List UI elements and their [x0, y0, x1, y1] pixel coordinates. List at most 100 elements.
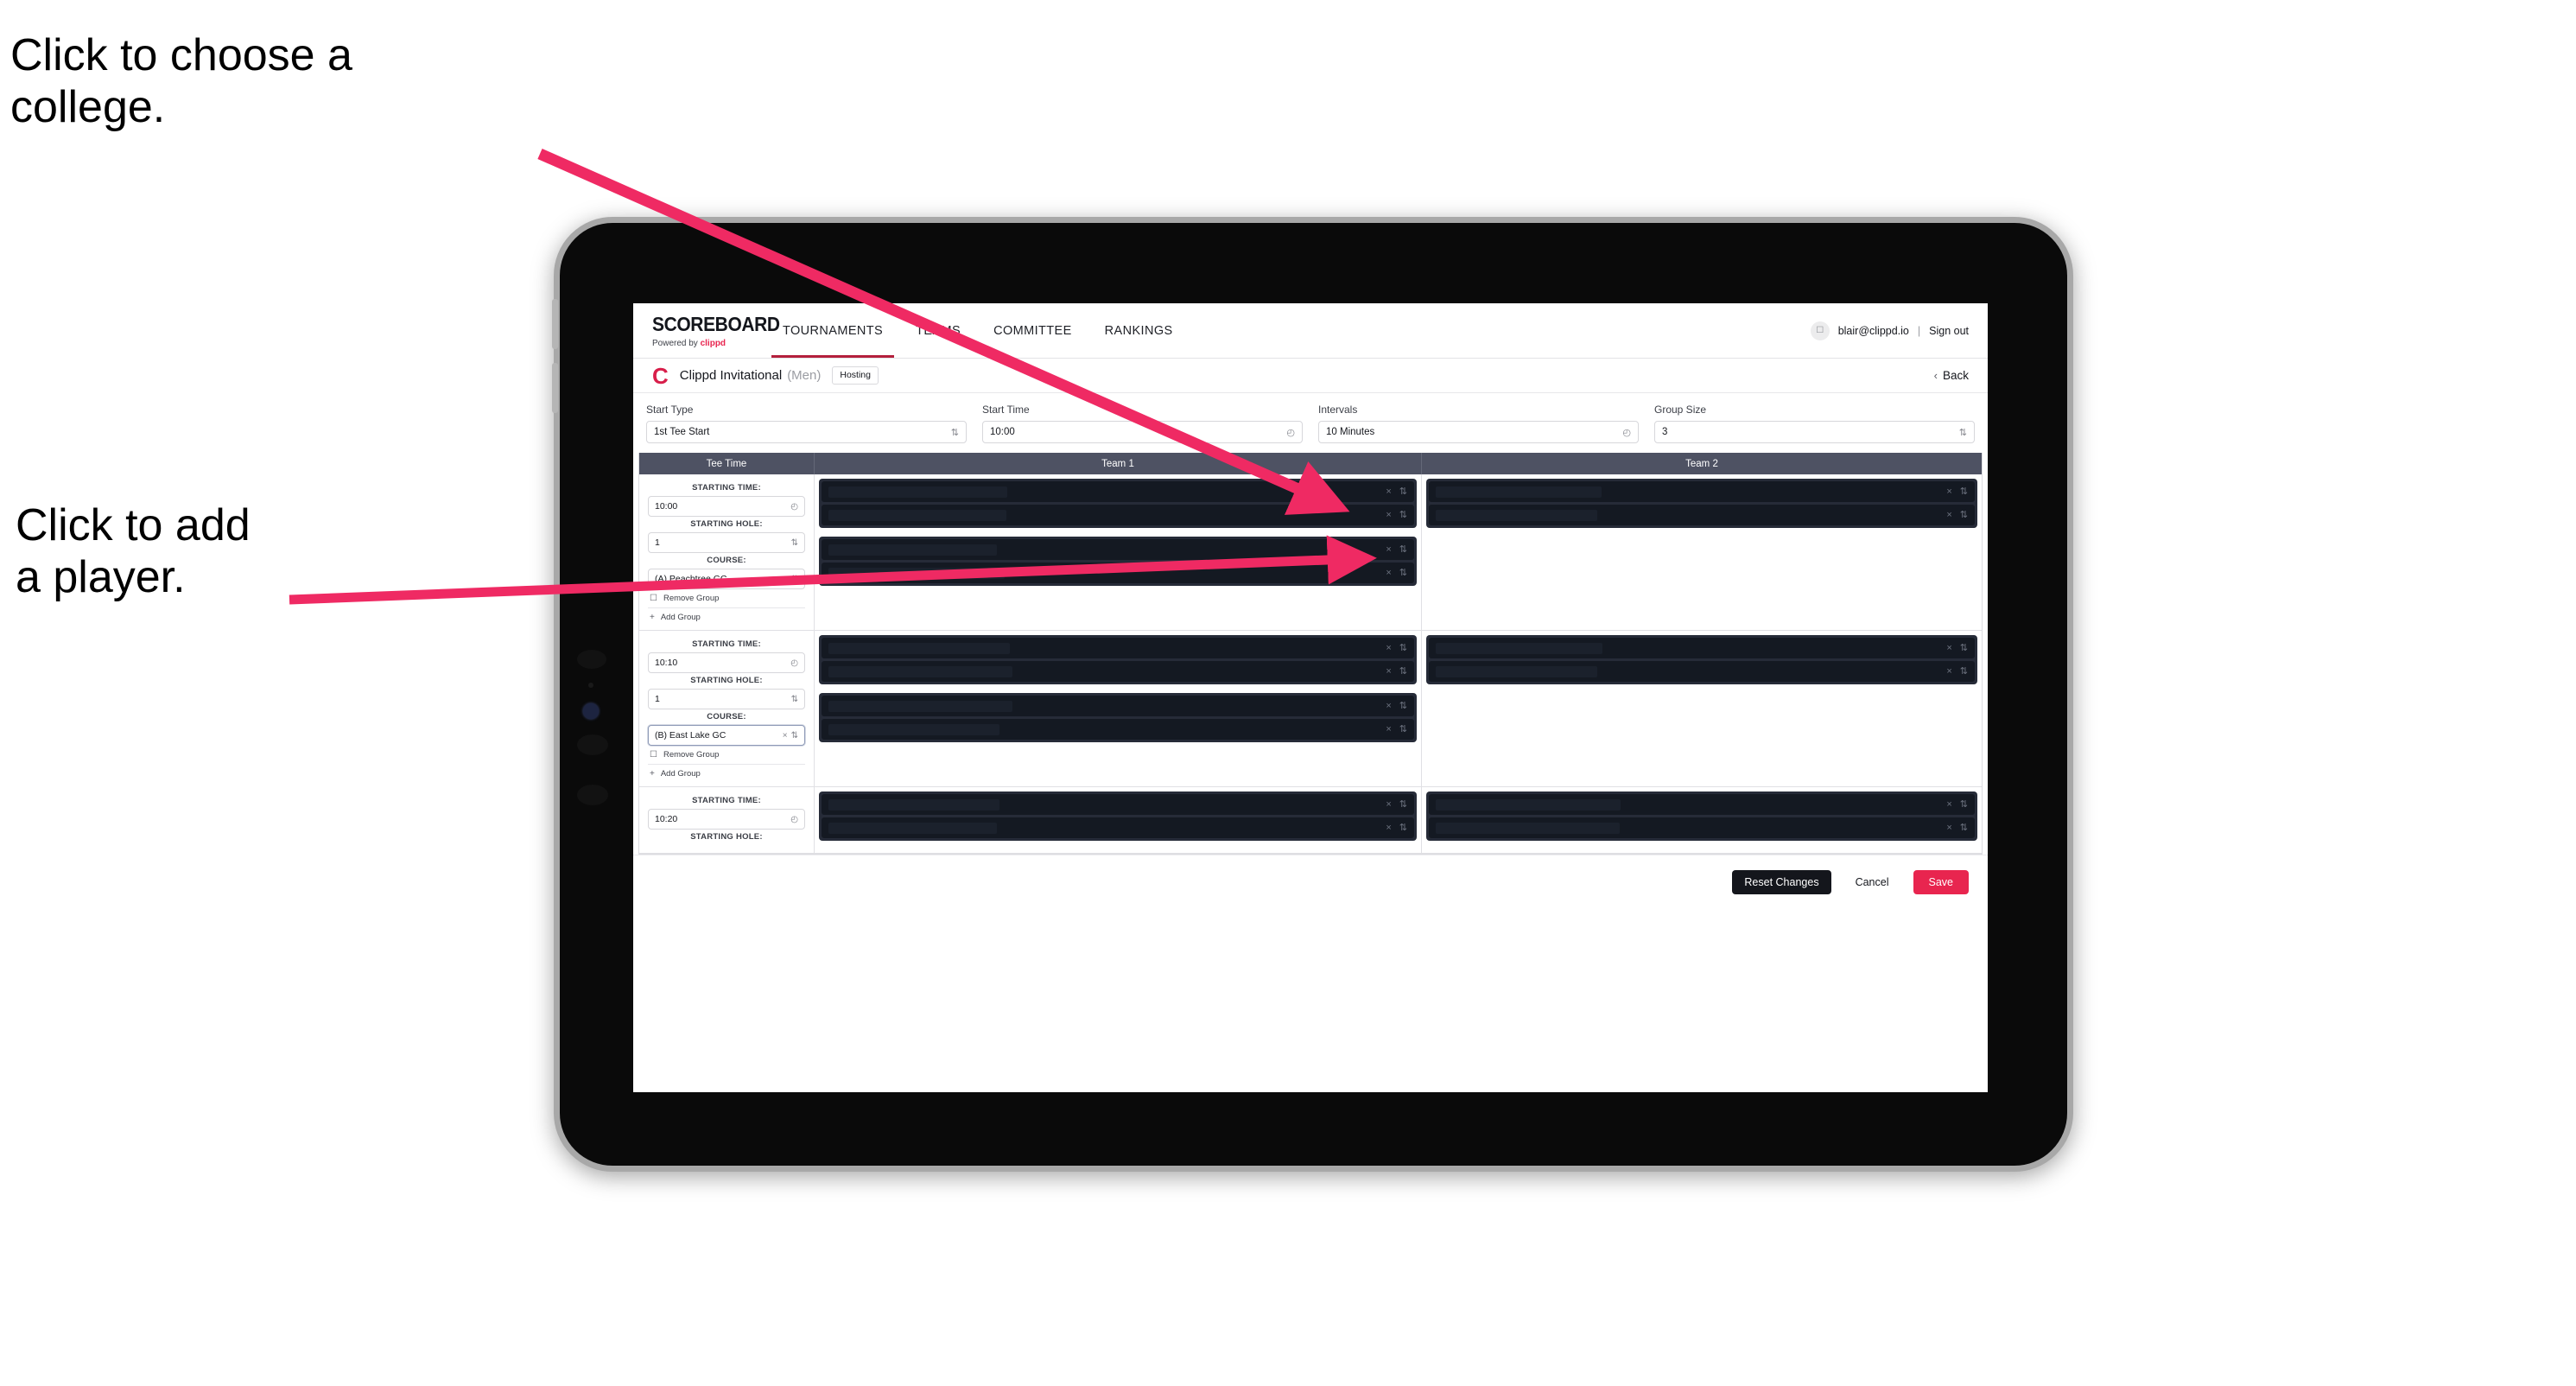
stepper-icon[interactable]: ⇅ [1399, 725, 1407, 734]
control-select[interactable]: 10:00 ◴ [982, 421, 1303, 443]
clear-x-icon[interactable]: × [1386, 487, 1391, 497]
nav-tab-committee[interactable]: COMMITTEE [977, 303, 1088, 358]
player-select[interactable]: × ⇅ [822, 638, 1414, 658]
stepper-icon[interactable]: ⇅ [1399, 823, 1407, 833]
stepper-icon[interactable]: ⇅ [1399, 545, 1407, 555]
stepper-icon[interactable]: ⇅ [1960, 487, 1968, 497]
starting-time-input[interactable]: 10:20 ◴ [648, 809, 805, 830]
player-select[interactable]: × ⇅ [822, 505, 1414, 525]
volume-up-button[interactable] [552, 299, 558, 349]
starting-hole-input[interactable]: 1 ⇅ [648, 532, 805, 553]
volume-down-button[interactable] [552, 363, 558, 413]
player-select[interactable]: × ⇅ [1429, 505, 1975, 525]
stepper-icon[interactable]: ⇅ [951, 427, 959, 438]
player-group-block: × ⇅ × ⇅ [819, 537, 1417, 586]
control-select[interactable]: 10 Minutes ◴ [1318, 421, 1639, 443]
stepper-icon[interactable]: ⇅ [1399, 644, 1407, 653]
stepper-icon[interactable]: ⇅ [1960, 511, 1968, 520]
stepper-icon[interactable]: ⇅ [1399, 511, 1407, 520]
nav-tab-tournaments[interactable]: TOURNAMENTS [766, 303, 899, 358]
nav-tab-rankings[interactable]: RANKINGS [1088, 303, 1190, 358]
stepper-icon[interactable]: ⇅ [1399, 800, 1407, 810]
remove-group-button[interactable]: ☐ Remove Group [648, 746, 805, 760]
stepper-icon[interactable]: ⇅ [1960, 644, 1968, 653]
nav-tab-teams[interactable]: TEAMS [899, 303, 977, 358]
clear-x-icon[interactable]: × [1946, 667, 1951, 677]
course-select[interactable]: (B) East Lake GC × ⇅ [648, 725, 805, 746]
player-select[interactable]: × ⇅ [822, 696, 1414, 716]
stepper-icon[interactable]: ⇅ [1399, 702, 1407, 711]
clear-x-icon[interactable]: × [1946, 644, 1951, 653]
control-select[interactable]: 1st Tee Start ⇅ [646, 421, 967, 443]
add-group-button[interactable]: + Add Group [648, 764, 805, 779]
clear-x-icon[interactable]: × [1386, 823, 1391, 833]
clear-x-icon[interactable]: × [1946, 800, 1951, 810]
chevron-left-icon: ‹ [1934, 369, 1938, 382]
brand-tagline: Powered by clippd [652, 339, 744, 348]
stepper-icon[interactable]: ⇅ [1960, 823, 1968, 833]
clear-x-icon[interactable]: × [1386, 644, 1391, 653]
stepper-icon[interactable]: ⇅ [1959, 427, 1967, 438]
cancel-button[interactable]: Cancel [1843, 870, 1901, 895]
clock-icon[interactable]: ◴ [1286, 427, 1295, 438]
clear-x-icon[interactable]: × [1386, 511, 1391, 520]
player-select[interactable]: × ⇅ [822, 661, 1414, 682]
spacer [819, 528, 1417, 537]
stepper-icon[interactable]: ⇅ [791, 695, 798, 704]
clear-x-icon[interactable]: × [1386, 725, 1391, 734]
player-select[interactable]: × ⇅ [1429, 661, 1975, 682]
save-button[interactable]: Save [1913, 870, 1970, 895]
stepper-icon[interactable]: ⇅ [1399, 569, 1407, 578]
clear-x-icon[interactable]: × [1386, 667, 1391, 677]
clear-x-icon[interactable]: × [1946, 487, 1951, 497]
player-select[interactable]: × ⇅ [822, 794, 1414, 815]
course-select[interactable]: (A) Peachtree GC × ⇅ [648, 569, 805, 589]
player-select[interactable]: × ⇅ [1429, 817, 1975, 838]
clock-icon[interactable]: ◴ [790, 815, 798, 824]
clear-x-icon[interactable]: × [1946, 511, 1951, 520]
add-group-button[interactable]: + Add Group [648, 607, 805, 622]
clear-x-icon[interactable]: × [1946, 823, 1951, 833]
scoreboard-logo[interactable]: SCOREBOARD Powered by clippd [633, 314, 744, 348]
player-select[interactable]: × ⇅ [822, 539, 1414, 560]
clear-x-icon[interactable]: × [1386, 569, 1391, 578]
player-select[interactable]: × ⇅ [822, 563, 1414, 583]
tee-time-group-row: STARTING TIME: 10:10 ◴ STARTING HOLE: 1 ⇅ COUR… [639, 631, 1982, 787]
action-footer: Reset Changes Cancel Save [633, 855, 1988, 909]
clock-icon[interactable]: ◴ [1622, 427, 1631, 438]
clock-icon[interactable]: ◴ [790, 502, 798, 512]
clear-x-icon[interactable]: × [1386, 702, 1391, 711]
clear-x-icon[interactable]: × [783, 731, 788, 741]
control-value: 10 Minutes [1326, 427, 1622, 437]
sign-out-link[interactable]: Sign out [1929, 325, 1969, 337]
clear-x-icon[interactable]: × [783, 575, 788, 584]
stepper-icon[interactable]: ⇅ [791, 575, 798, 584]
starting-time-input[interactable]: 10:10 ◴ [648, 652, 805, 673]
stepper-icon[interactable]: ⇅ [1399, 667, 1407, 677]
stepper-icon[interactable]: ⇅ [791, 538, 798, 548]
clock-icon[interactable]: ◴ [790, 658, 798, 668]
player-select[interactable]: × ⇅ [1429, 638, 1975, 658]
player-select[interactable]: × ⇅ [822, 719, 1414, 740]
user-avatar-icon[interactable]: ☐ [1811, 321, 1830, 340]
reset-changes-button[interactable]: Reset Changes [1732, 870, 1830, 895]
player-select[interactable]: × ⇅ [1429, 481, 1975, 502]
stepper-icon[interactable]: ⇅ [791, 731, 798, 741]
player-name-redacted [828, 643, 1010, 654]
player-select[interactable]: × ⇅ [822, 817, 1414, 838]
control-select[interactable]: 3 ⇅ [1654, 421, 1975, 443]
stepper-icon[interactable]: ⇅ [1399, 487, 1407, 497]
stepper-icon[interactable]: ⇅ [1960, 667, 1968, 677]
team-1-cell: × ⇅ × ⇅ × ⇅ × ⇅ [815, 474, 1422, 630]
starting-hole-input[interactable]: 1 ⇅ [648, 689, 805, 709]
back-button[interactable]: ‹ Back [1934, 369, 1969, 382]
clear-x-icon[interactable]: × [1386, 545, 1391, 555]
clear-x-icon[interactable]: × [1386, 800, 1391, 810]
starting-time-input[interactable]: 10:00 ◴ [648, 496, 805, 517]
table-body[interactable]: STARTING TIME: 10:00 ◴ STARTING HOLE: 1 ⇅ COUR… [639, 474, 1982, 854]
player-select[interactable]: × ⇅ [822, 481, 1414, 502]
player-select[interactable]: × ⇅ [1429, 794, 1975, 815]
stepper-icon[interactable]: ⇅ [1960, 800, 1968, 810]
speaker-grille-icon [577, 785, 608, 805]
remove-group-button[interactable]: ☐ Remove Group [648, 589, 805, 603]
